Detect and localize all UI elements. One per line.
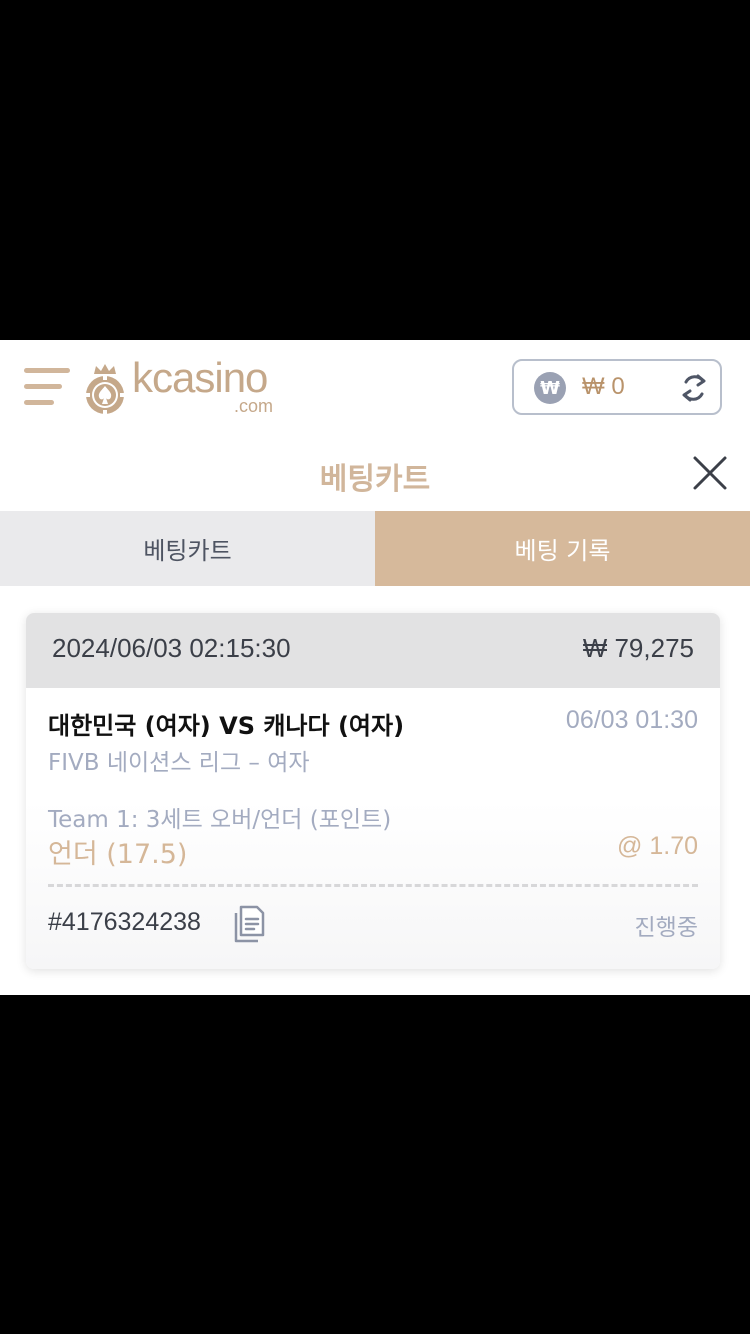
top-header: kcasino .com ₩ ₩ 0 bbox=[0, 340, 750, 430]
bet-market: Team 1: 3세트 오버/언더 (포인트) bbox=[48, 807, 392, 833]
logo-text: kcasino bbox=[132, 354, 268, 401]
bet-card-body: 대한민국 (여자) VS 캐나다 (여자) 06/03 01:30 FIVB 네… bbox=[26, 688, 720, 969]
casino-chip-icon bbox=[85, 364, 125, 415]
tab-betting-cart[interactable]: 베팅카트 bbox=[0, 511, 375, 586]
bet-status: 진행중 bbox=[634, 915, 698, 941]
title-bar: 베팅카트 bbox=[0, 440, 750, 510]
ticket-id: #4176324238 bbox=[48, 908, 201, 936]
refresh-icon[interactable] bbox=[678, 372, 710, 404]
league-name: FIVB 네이션스 리그 – 여자 bbox=[48, 750, 310, 776]
copy-icon[interactable] bbox=[232, 904, 266, 944]
bet-pick: 언더 (17.5) bbox=[48, 839, 188, 870]
won-icon: ₩ bbox=[534, 372, 566, 404]
logo-subtext: .com bbox=[234, 396, 274, 416]
bet-odds: @ 1.70 bbox=[617, 832, 698, 860]
bet-card-header: 2024/06/03 02:15:30 ₩ 79,275 bbox=[26, 613, 720, 688]
balance-amount: ₩ 0 bbox=[582, 373, 625, 400]
betting-cart-panel: kcasino .com ₩ ₩ 0 베팅카트 베팅카트 베팅 기록 2024/… bbox=[0, 340, 750, 995]
tab-bar: 베팅카트 베팅 기록 bbox=[0, 511, 750, 586]
close-icon[interactable] bbox=[692, 455, 728, 491]
menu-icon[interactable] bbox=[24, 364, 70, 410]
match-title: 대한민국 (여자) VS 캐나다 (여자) bbox=[48, 712, 405, 740]
bet-amount: ₩ 79,275 bbox=[582, 633, 694, 663]
match-time: 06/03 01:30 bbox=[565, 706, 698, 734]
dashed-divider bbox=[48, 884, 698, 887]
bet-datetime: 2024/06/03 02:15:30 bbox=[52, 633, 291, 663]
bet-history-card[interactable]: 2024/06/03 02:15:30 ₩ 79,275 대한민국 (여자) V… bbox=[26, 613, 720, 969]
wallet-balance[interactable]: ₩ ₩ 0 bbox=[512, 359, 722, 415]
tab-betting-history[interactable]: 베팅 기록 bbox=[375, 511, 750, 586]
page-title: 베팅카트 bbox=[319, 462, 431, 497]
kcasino-logo[interactable]: kcasino .com bbox=[82, 354, 302, 420]
